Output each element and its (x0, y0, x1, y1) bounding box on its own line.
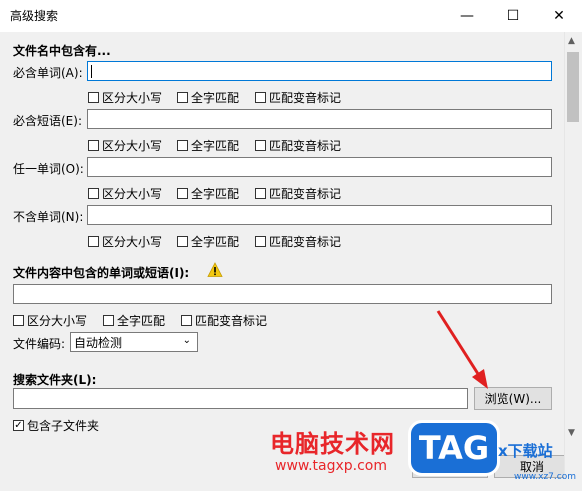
row4-case-checkbox[interactable]: 区分大小写 (88, 233, 162, 250)
any-word-input[interactable] (87, 157, 552, 177)
checkbox-box (255, 140, 266, 151)
checkbox-label: 全字匹配 (191, 235, 240, 249)
checkbox-box (88, 188, 99, 199)
checkbox-box (88, 236, 99, 247)
scrollbar-thumb[interactable] (567, 52, 579, 122)
checkbox-box (177, 236, 188, 247)
row4-whole-word-checkbox[interactable]: 全字匹配 (177, 233, 239, 250)
filename-section-heading: 文件名中包含有... (13, 44, 111, 58)
row3-diacritics-checkbox[interactable]: 匹配变音标记 (255, 185, 341, 202)
checkbox-label: 匹配变音标记 (269, 91, 342, 105)
row1-case-checkbox[interactable]: 区分大小写 (88, 89, 162, 106)
checkbox-label: 全字匹配 (191, 139, 240, 153)
minimize-button[interactable]: — (444, 0, 490, 32)
checkbox-label: 区分大小写 (102, 235, 163, 249)
encoding-value: 自动检测 (74, 335, 123, 350)
checkbox-box (103, 315, 114, 326)
must-contain-phrase-label: 必含短语(E): (13, 114, 82, 128)
checkbox-label: 包含子文件夹 (27, 419, 100, 433)
maximize-button[interactable]: ☐ (490, 0, 536, 32)
exclude-words-label: 不含单词(N): (13, 210, 84, 224)
scroll-down-icon[interactable]: ▼ (568, 428, 575, 438)
checkbox-box (177, 92, 188, 103)
row3-whole-word-checkbox[interactable]: 全字匹配 (177, 185, 239, 202)
row2-diacritics-checkbox[interactable]: 匹配变音标记 (255, 137, 341, 154)
content-case-checkbox[interactable]: 区分大小写 (13, 312, 87, 329)
scroll-up-icon[interactable]: ▲ (568, 36, 575, 46)
watermark-site-name: 电脑技术网 (270, 430, 395, 458)
watermark-right-text: x下载站 (498, 442, 553, 460)
row1-diacritics-checkbox[interactable]: 匹配变音标记 (255, 89, 341, 106)
checkbox-box: ✓ (13, 419, 24, 431)
checkbox-label: 区分大小写 (27, 314, 88, 328)
checkbox-box (88, 92, 99, 103)
checkbox-label: 匹配变音标记 (269, 139, 342, 153)
chevron-down-icon: ⌄ (182, 335, 191, 346)
checkbox-label: 匹配变音标记 (269, 187, 342, 201)
content-words-input[interactable] (13, 284, 552, 304)
checkbox-label: 全字匹配 (191, 91, 240, 105)
checkbox-label: 区分大小写 (102, 91, 163, 105)
window-title: 高级搜索 (10, 9, 59, 23)
watermark-url: www.tagxp.com (275, 458, 387, 474)
checkbox-label: 区分大小写 (102, 187, 163, 201)
checkbox-box (255, 92, 266, 103)
checkbox-box (181, 315, 192, 326)
checkbox-box (255, 188, 266, 199)
row4-diacritics-checkbox[interactable]: 匹配变音标记 (255, 233, 341, 250)
annotation-arrow (436, 310, 488, 389)
checkbox-box (177, 140, 188, 151)
any-word-label: 任一单词(O): (13, 162, 84, 176)
warning-icon (207, 262, 223, 278)
content-diacritics-checkbox[interactable]: 匹配变音标记 (181, 312, 267, 329)
checkbox-box (255, 236, 266, 247)
row3-case-checkbox[interactable]: 区分大小写 (88, 185, 162, 202)
include-subfolders-checkbox[interactable]: ✓ 包含子文件夹 (13, 417, 99, 434)
row2-whole-word-checkbox[interactable]: 全字匹配 (177, 137, 239, 154)
text-caret (91, 65, 92, 78)
folder-path-input[interactable] (13, 388, 468, 409)
watermark-right-url: www.xz7.com (514, 472, 576, 482)
must-contain-words-label: 必含单词(A): (13, 66, 83, 80)
checkbox-label: 匹配变音标记 (195, 314, 268, 328)
checkbox-label: 全字匹配 (117, 314, 166, 328)
tag-logo: TAG (408, 420, 500, 476)
content-section-heading: 文件内容中包含的单词或短语(I): (13, 266, 190, 280)
content-whole-word-checkbox[interactable]: 全字匹配 (103, 312, 165, 329)
checkbox-label: 区分大小写 (102, 139, 163, 153)
encoding-select[interactable]: 自动检测 ⌄ (70, 332, 198, 352)
exclude-words-input[interactable] (87, 205, 552, 225)
checkbox-label: 全字匹配 (191, 187, 240, 201)
folder-section-heading: 搜索文件夹(L): (13, 373, 97, 387)
must-contain-phrase-input[interactable] (87, 109, 552, 129)
checkbox-box (177, 188, 188, 199)
close-button[interactable]: ✕ (536, 0, 582, 32)
checkbox-box (88, 140, 99, 151)
must-contain-words-input[interactable] (87, 61, 552, 81)
checkbox-label: 匹配变音标记 (269, 235, 342, 249)
row2-case-checkbox[interactable]: 区分大小写 (88, 137, 162, 154)
checkbox-box (13, 315, 24, 326)
row1-whole-word-checkbox[interactable]: 全字匹配 (177, 89, 239, 106)
encoding-label: 文件编码: (13, 337, 66, 351)
